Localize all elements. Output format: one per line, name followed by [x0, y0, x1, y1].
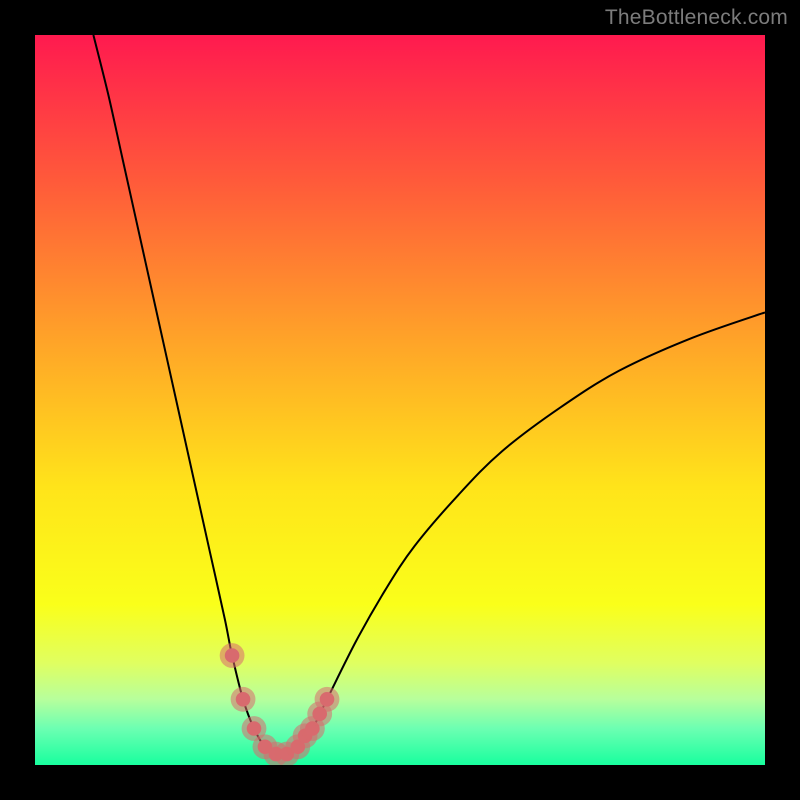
chart-svg — [35, 35, 765, 765]
highlight-dot-core — [247, 721, 262, 736]
highlight-dot-core — [320, 692, 335, 707]
highlight-dot-core — [236, 692, 251, 707]
chart-plot-area — [35, 35, 765, 765]
chart-background-gradient — [35, 35, 765, 765]
chart-frame: TheBottleneck.com — [0, 0, 800, 800]
highlight-dot-core — [225, 648, 240, 663]
watermark-text: TheBottleneck.com — [605, 6, 788, 30]
